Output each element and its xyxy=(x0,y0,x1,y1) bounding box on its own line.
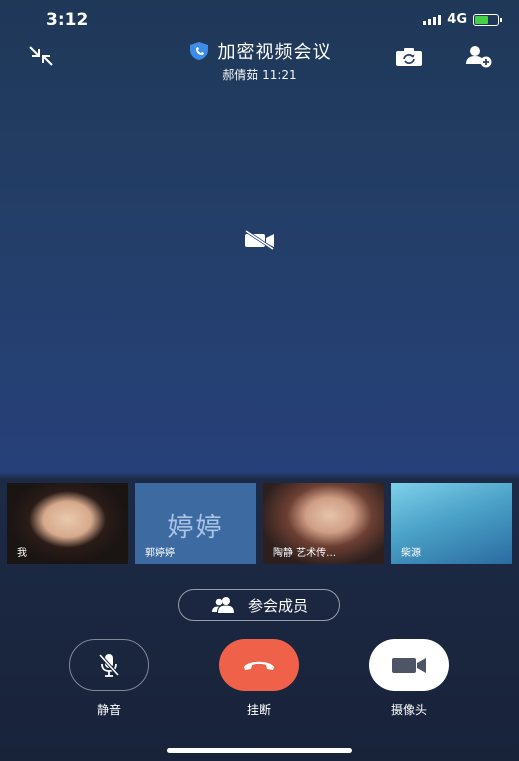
shield-icon xyxy=(189,42,208,60)
members-label: 参会成员 xyxy=(247,596,308,615)
switch-camera-icon[interactable] xyxy=(395,47,423,71)
call-title-row: 加密视频会议 xyxy=(188,38,332,64)
camera-control: 摄像头 xyxy=(369,639,449,718)
participant-tile[interactable]: 婷婷 郭婷婷 xyxy=(135,483,256,564)
status-time: 3:12 xyxy=(46,10,89,30)
microphone-off-icon xyxy=(98,653,120,677)
members-button[interactable]: 参会成员 xyxy=(178,589,340,621)
participant-strip: 我 婷婷 郭婷婷 陶静 艺术传… 柴源 xyxy=(7,483,512,564)
hangup-label: 挂断 xyxy=(246,703,271,717)
participant-name: 柴源 xyxy=(401,548,421,559)
participant-name: 陶静 艺术传… xyxy=(273,548,337,559)
mute-label: 静音 xyxy=(96,703,121,717)
status-indicators: 4G xyxy=(423,12,502,27)
phone-hangup-icon xyxy=(244,661,274,670)
call-header: 加密视频会议 郝倩茹 11:21 xyxy=(0,38,519,83)
video-off-icon xyxy=(243,229,277,255)
signal-icon xyxy=(423,14,442,25)
network-type: 4G xyxy=(447,12,467,27)
mute-control: 静音 xyxy=(69,639,149,718)
hangup-control: 挂断 xyxy=(219,639,299,718)
mute-button[interactable] xyxy=(69,639,149,691)
camera-button[interactable] xyxy=(369,639,449,691)
video-camera-icon xyxy=(392,658,426,673)
participant-tile[interactable]: 柴源 xyxy=(391,483,512,564)
participant-name: 郭婷婷 xyxy=(145,548,175,559)
camera-label: 摄像头 xyxy=(390,703,427,717)
participant-name: 我 xyxy=(17,548,27,559)
members-icon xyxy=(211,597,234,613)
participant-avatar-text: 婷婷 xyxy=(167,513,224,543)
participant-tile[interactable]: 陶静 艺术传… xyxy=(263,483,384,564)
call-title: 加密视频会议 xyxy=(217,42,332,63)
hangup-button[interactable] xyxy=(219,639,299,691)
home-indicator[interactable] xyxy=(167,748,352,753)
call-subtitle: 郝倩茹 11:21 xyxy=(222,68,297,82)
add-user-icon[interactable] xyxy=(464,44,494,72)
battery-icon xyxy=(473,13,502,26)
participant-tile[interactable]: 我 xyxy=(7,483,128,564)
